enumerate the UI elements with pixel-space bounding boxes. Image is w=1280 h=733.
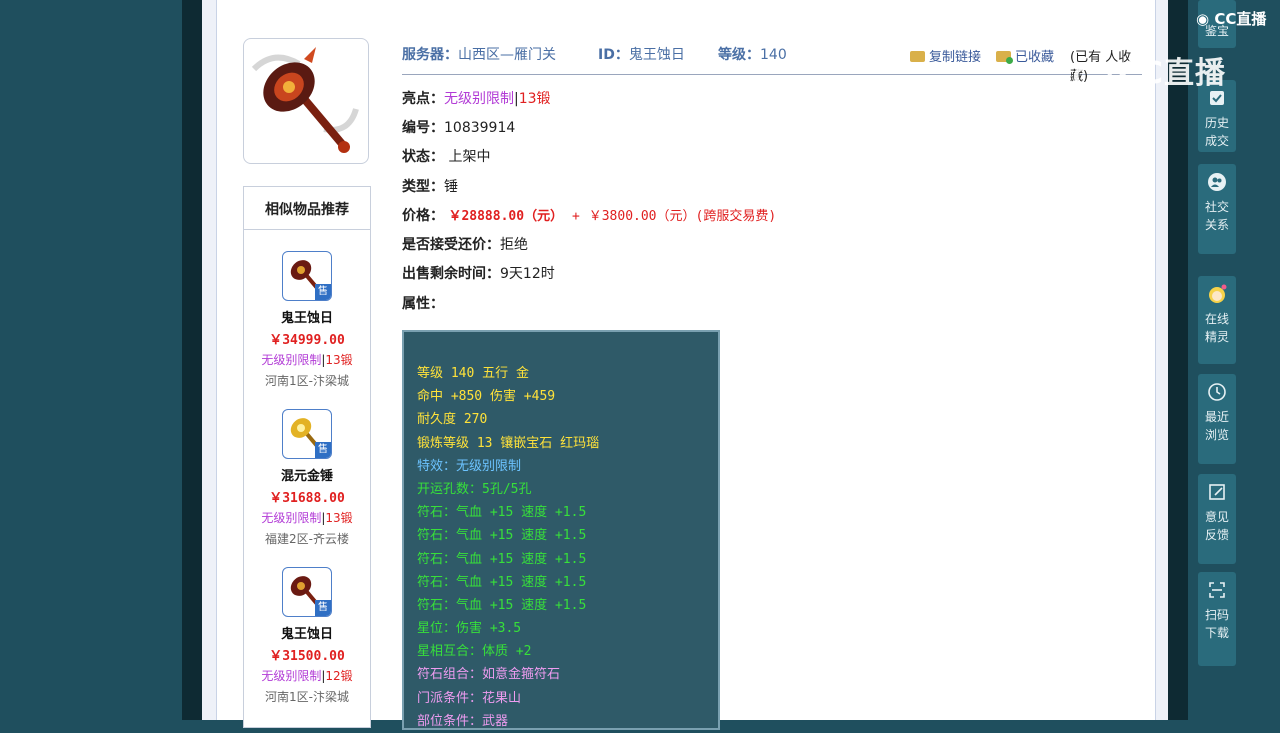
scan-icon [1209,582,1225,598]
number-row: 编号：10839914 [402,120,516,136]
similar-item[interactable]: 售 鬼王蚀日 ￥31500.00 无级别限制|12锻 河南1区-汴梁城 [244,567,370,705]
server-field: 服务器：山西区—雁门关 [402,47,556,63]
similar-item-tags: 无级别限制|13锻 [261,511,353,525]
folder-link-icon [910,51,925,62]
similar-item-thumb[interactable]: 售 [282,251,332,301]
level-field: 等级：140 [718,47,787,63]
sidebar-item-label: 精灵 [1204,330,1229,344]
bargain-row: 是否接受还价：拒绝 [402,237,528,253]
folder-favorite-icon [996,51,1013,64]
sidebar-item-label: 下载 [1204,626,1229,640]
sidebar-item-label: 最近 [1204,410,1229,424]
similar-item[interactable]: 售 鬼王蚀日 ￥34999.00 无级别限制|13锻 河南1区-汴梁城 [244,251,370,389]
similar-item-price: ￥31688.00 [269,491,345,506]
attribute-line: 符石：气血 +15 速度 +1.5 [417,574,587,590]
attribute-line: 符石组合：如意金箍符石 [417,667,561,683]
sidebar-item-feedback[interactable]: 意见 反馈 [1198,474,1236,564]
sidebar-item-label: 反馈 [1204,528,1229,542]
similar-item-tags: 无级别限制|13锻 [261,353,353,367]
attribute-line: 等级 140 五行 金 [417,366,529,381]
attribute-line: 锻炼等级 13 镶嵌宝石 红玛瑙 [417,435,600,451]
right-sidebar: 鉴宝 历史 成交 社交 关系 在线 精灵 最近 浏览 意见 反馈 扫码 下载 [1188,0,1280,720]
sidebar-item-social[interactable]: 社交 关系 [1198,164,1236,254]
attribute-line: 星相互合：体质 +2 [417,644,532,660]
similar-items-panel: 相似物品推荐 售 鬼王蚀日 ￥34999.00 无级别限制|13锻 河南1区-汴… [243,186,371,728]
similar-item-server: 河南1区-汴梁城 [265,690,349,704]
clock-icon [1208,383,1226,401]
item-header: 服务器：山西区—雁门关 ID：鬼王蚀日 等级：140 复制链接 已收藏 (已有 … [402,44,1142,84]
sidebar-item-label: 浏览 [1204,428,1229,442]
similar-item-thumb[interactable]: 售 [282,409,332,459]
attribute-line: 部位条件：武器 [417,713,509,729]
cc-live-logo: ◉ CC直播 [1196,10,1267,28]
sidebar-item-label: 意见 [1204,510,1229,524]
attribute-line: 特效：无级别限制 [417,458,522,474]
hammer-icon [251,47,359,153]
attribute-line: 命中 +850 伤害 +459 [417,389,556,405]
sidebar-item-online-spirit[interactable]: 在线 精灵 [1198,276,1236,364]
similar-item[interactable]: 售 混元金锤 ￥31688.00 无级别限制|13锻 福建2区-齐云楼 [244,409,370,547]
sidebar-item-label: 在线 [1204,312,1229,326]
item-detail-card: 相似物品推荐 售 鬼王蚀日 ￥34999.00 无级别限制|13锻 河南1区-汴… [216,0,1156,730]
attribute-panel: 等级 140 五行 金命中 +850 伤害 +459 耐久度 270 锻炼等级 13… [402,330,720,730]
similar-item-server: 河南1区-汴梁城 [265,374,349,388]
similar-item-name[interactable]: 鬼王蚀日 [244,307,370,326]
attribute-line: 耐久度 270 [417,412,488,428]
attribute-line: 门派条件：花果山 [417,690,522,706]
attribute-line: 开运孔数：5孔/5孔 [417,481,532,497]
similar-item-name[interactable]: 混元金锤 [244,465,370,484]
attribute-line: 星位：伤害 +3.5 [417,621,522,637]
similar-item-tags: 无级别限制|12锻 [261,669,353,683]
copy-link-button[interactable]: 复制链接 [910,46,981,65]
avatar-icon [1209,284,1227,303]
remaining-time-row: 出售剩余时间：9天12时 [402,266,555,282]
similar-item-price: ￥31500.00 [269,649,345,664]
cc-logo-icon [1074,63,1112,89]
attribute-line: 符石：气血 +15 速度 +1.5 [417,505,587,521]
right-dark-band [1168,0,1188,720]
similar-item-server: 福建2区-齐云楼 [265,532,349,546]
id-field: ID：鬼王蚀日 [598,47,685,63]
type-row: 类型：锤 [402,179,458,195]
similar-item-thumb[interactable]: 售 [282,567,332,617]
sidebar-item-label: 历史 [1204,116,1229,130]
trade-page: 相似物品推荐 售 鬼王蚀日 ￥34999.00 无级别限制|13锻 河南1区-汴… [202,0,1168,730]
attribute-label: 属性： [402,296,444,312]
item-image [243,38,369,164]
highlight-row: 亮点：无级别限制|13锻 [402,91,551,107]
sidebar-item-label: 扫码 [1204,608,1229,622]
edit-icon [1209,484,1225,500]
sidebar-item-label: 社交 [1204,200,1229,214]
similar-item-name[interactable]: 鬼王蚀日 [244,623,370,642]
attribute-line: 符石：气血 +15 速度 +1.5 [417,551,587,567]
sidebar-item-download[interactable]: 扫码 下载 [1198,572,1236,666]
users-icon [1208,173,1226,191]
sell-tag: 售 [315,442,331,458]
sell-tag: 售 [315,284,331,300]
left-dark-band [182,0,202,720]
attribute-line: 符石：气血 +15 速度 +1.5 [417,528,587,544]
sidebar-item-label: 关系 [1204,218,1229,232]
sell-tag: 售 [315,600,331,616]
favorite-button[interactable]: 已收藏 [996,46,1054,65]
price-row: 价格： ￥28888.00（元） + ￥3800.00（元）(跨服交易费) [402,208,777,224]
status-row: 状态： 上架中 [402,149,491,165]
similar-items-title: 相似物品推荐 [244,187,370,230]
sidebar-item-recent[interactable]: 最近 浏览 [1198,374,1236,464]
cc-live-watermark: CC直播 [1074,48,1226,92]
attribute-line: 符石：气血 +15 速度 +1.5 [417,597,587,613]
similar-item-price: ￥34999.00 [269,333,345,348]
sidebar-item-label: 成交 [1204,134,1229,148]
